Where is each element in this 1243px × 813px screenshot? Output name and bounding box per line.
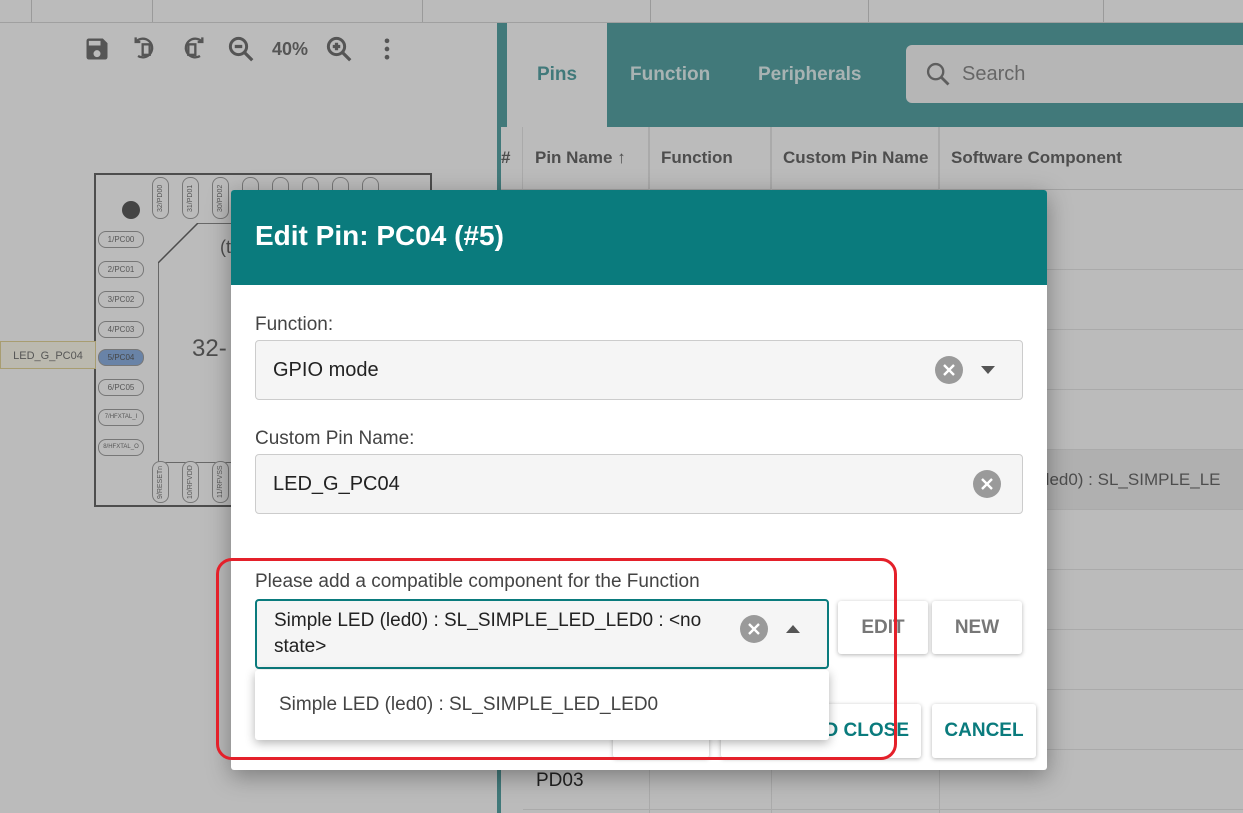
edit-pin-dialog: Edit Pin: PC04 (#5) Function: GPIO mode …	[231, 190, 1047, 770]
component-select-value-line2: state>	[274, 636, 327, 657]
dialog-title: Edit Pin: PC04 (#5)	[255, 220, 504, 251]
function-select[interactable]: GPIO mode	[255, 340, 1023, 400]
clear-component-icon[interactable]	[740, 615, 768, 643]
custom-pin-name-value: LED_G_PC04	[273, 473, 400, 495]
component-label: Please add a compatible component for th…	[255, 571, 700, 592]
custom-pin-name-field[interactable]: LED_G_PC04	[255, 454, 1023, 514]
table-cell-pin-name: PD03	[536, 770, 584, 791]
function-label: Function:	[255, 314, 334, 335]
function-select-value: GPIO mode	[273, 359, 379, 381]
clear-function-icon[interactable]	[935, 356, 963, 384]
clear-custom-pin-icon[interactable]	[973, 470, 1001, 498]
cancel-button[interactable]: CANCEL	[932, 704, 1036, 758]
chevron-down-icon[interactable]	[978, 360, 998, 380]
new-component-button[interactable]: NEW	[932, 601, 1022, 654]
chevron-up-icon[interactable]	[783, 619, 803, 639]
edit-component-button[interactable]: EDIT	[838, 601, 928, 654]
component-select[interactable]: Simple LED (led0) : SL_SIMPLE_LED_LED0 :…	[255, 599, 829, 669]
custom-pin-name-label: Custom Pin Name:	[255, 428, 415, 449]
component-dropdown-menu: Simple LED (led0) : SL_SIMPLE_LED_LED0	[255, 670, 829, 740]
dropdown-option-simple-led[interactable]: Simple LED (led0) : SL_SIMPLE_LED_LED0	[279, 694, 658, 716]
component-select-value-line1: Simple LED (led0) : SL_SIMPLE_LED_LED0 :…	[274, 610, 702, 631]
dialog-header: Edit Pin: PC04 (#5)	[231, 190, 1047, 285]
